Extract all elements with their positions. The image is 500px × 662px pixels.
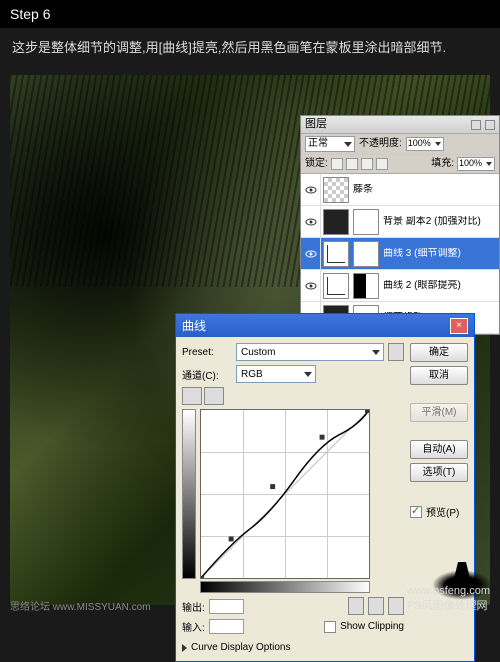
curve-display-label: Curve Display Options <box>191 642 290 653</box>
preset-row: Preset: Custom <box>182 343 404 361</box>
lock-position-icon[interactable] <box>361 158 373 170</box>
visibility-eye-icon[interactable] <box>301 206 321 238</box>
adjustment-thumbnail[interactable] <box>323 273 349 299</box>
fill-input[interactable]: 100% <box>457 157 495 171</box>
curve-graph[interactable] <box>200 409 370 579</box>
layer-name: 背景 副本2 (加强对比) <box>381 216 481 228</box>
show-clipping-label: Show Clipping <box>340 621 404 632</box>
layer-mask-thumbnail[interactable] <box>353 241 379 267</box>
visibility-eye-icon[interactable] <box>301 238 321 270</box>
opacity-input[interactable]: 100% <box>406 137 444 151</box>
eyedropper-white-icon[interactable] <box>388 597 404 615</box>
minimize-icon[interactable] <box>471 120 481 130</box>
input-gradient <box>200 581 370 593</box>
watermark-right: www.psfeng.com PS风图像处理网 <box>407 585 490 613</box>
layer-mask-thumbnail[interactable] <box>353 273 379 299</box>
chevron-down-icon <box>344 142 352 147</box>
fill-label: 填充: <box>431 158 454 170</box>
layer-item-selected[interactable]: 曲线 3 (细节调整) <box>301 238 499 270</box>
input-row: 输入: Show Clipping <box>182 619 404 634</box>
input-gradient-row <box>182 581 404 593</box>
output-label: 输出: <box>182 599 205 614</box>
opacity-label: 不透明度: <box>359 138 402 150</box>
layer-thumbnail[interactable] <box>323 177 349 203</box>
lock-all-icon[interactable] <box>376 158 388 170</box>
ok-button[interactable]: 确定 <box>410 343 468 362</box>
layer-mask-thumbnail[interactable] <box>353 209 379 235</box>
layer-name: 藤条 <box>351 184 373 196</box>
step-header: Step 6 <box>0 0 500 28</box>
lock-pixels-icon[interactable] <box>346 158 358 170</box>
output-gradient <box>182 409 196 579</box>
layer-thumbnail[interactable] <box>323 209 349 235</box>
layer-item[interactable]: 背景 副本2 (加强对比) <box>301 206 499 238</box>
curve-tool-icons <box>182 387 404 405</box>
close-icon[interactable] <box>485 120 495 130</box>
blend-opacity-row: 正常 不透明度: 100% <box>301 134 499 155</box>
layer-list: 藤条 背景 副本2 (加强对比) 曲线 3 (细节调整) 曲线 2 (眼部提亮)… <box>301 174 499 334</box>
channel-row: 通道(C): RGB <box>182 365 404 383</box>
eyedropper-gray-icon[interactable] <box>368 597 384 615</box>
channel-select[interactable]: RGB <box>236 365 316 383</box>
close-button[interactable]: × <box>450 318 468 334</box>
layer-name: 曲线 3 (细节调整) <box>381 248 461 260</box>
layer-item[interactable]: 藤条 <box>301 174 499 206</box>
blend-mode-select[interactable]: 正常 <box>305 136 355 152</box>
curves-left-column: Preset: Custom 通道(C): RGB <box>182 343 404 655</box>
preset-menu-icon[interactable] <box>388 343 404 361</box>
options-button[interactable]: 选项(T) <box>410 463 468 482</box>
curve-graph-wrap <box>182 409 404 579</box>
visibility-eye-icon[interactable] <box>301 174 321 206</box>
curves-titlebar[interactable]: 曲线 × <box>176 314 474 337</box>
layers-panel: 图层 正常 不透明度: 100% 锁定: 填充: 100% 藤条 背景 副本2 … <box>300 115 500 335</box>
curve-pencil-tool-icon[interactable] <box>204 387 224 405</box>
layers-panel-titlebar[interactable]: 图层 <box>301 116 499 134</box>
lock-transparency-icon[interactable] <box>331 158 343 170</box>
watermark-left: 思络论坛 www.MISSYUAN.com <box>10 598 151 613</box>
input-input[interactable] <box>209 619 244 634</box>
curves-title: 曲线 <box>182 317 206 334</box>
preview-checkbox[interactable] <box>410 506 422 518</box>
panel-title-buttons <box>471 120 495 130</box>
preset-select[interactable]: Custom <box>236 343 384 361</box>
eyedropper-black-icon[interactable] <box>348 597 364 615</box>
preset-label: Preset: <box>182 347 232 358</box>
preview-row: 预览(P) <box>410 504 468 519</box>
auto-button[interactable]: 自动(A) <box>410 440 468 459</box>
curve-path <box>201 410 369 578</box>
description-text: 这步是整体细节的调整,用[曲线]提亮,然后用黑色画笔在蒙板里涂出暗部细节. <box>0 28 500 68</box>
show-clipping-checkbox[interactable] <box>324 621 336 633</box>
output-input[interactable] <box>209 599 244 614</box>
channel-label: 通道(C): <box>182 367 232 382</box>
visibility-eye-icon[interactable] <box>301 270 321 302</box>
expand-triangle-icon <box>182 644 187 652</box>
lock-fill-row: 锁定: 填充: 100% <box>301 155 499 174</box>
smooth-button[interactable]: 平滑(M) <box>410 403 468 422</box>
layer-item[interactable]: 曲线 2 (眼部提亮) <box>301 270 499 302</box>
preview-label: 预览(P) <box>426 504 459 519</box>
cancel-button[interactable]: 取消 <box>410 366 468 385</box>
curve-point-tool-icon[interactable] <box>182 387 202 405</box>
curve-display-options[interactable]: Curve Display Options <box>182 640 404 655</box>
output-row: 输出: <box>182 597 404 615</box>
adjustment-thumbnail[interactable] <box>323 241 349 267</box>
layer-name: 曲线 2 (眼部提亮) <box>381 280 461 292</box>
input-label: 输入: <box>182 619 205 634</box>
lock-label: 锁定: <box>305 158 328 170</box>
layers-panel-title: 图层 <box>305 118 327 131</box>
